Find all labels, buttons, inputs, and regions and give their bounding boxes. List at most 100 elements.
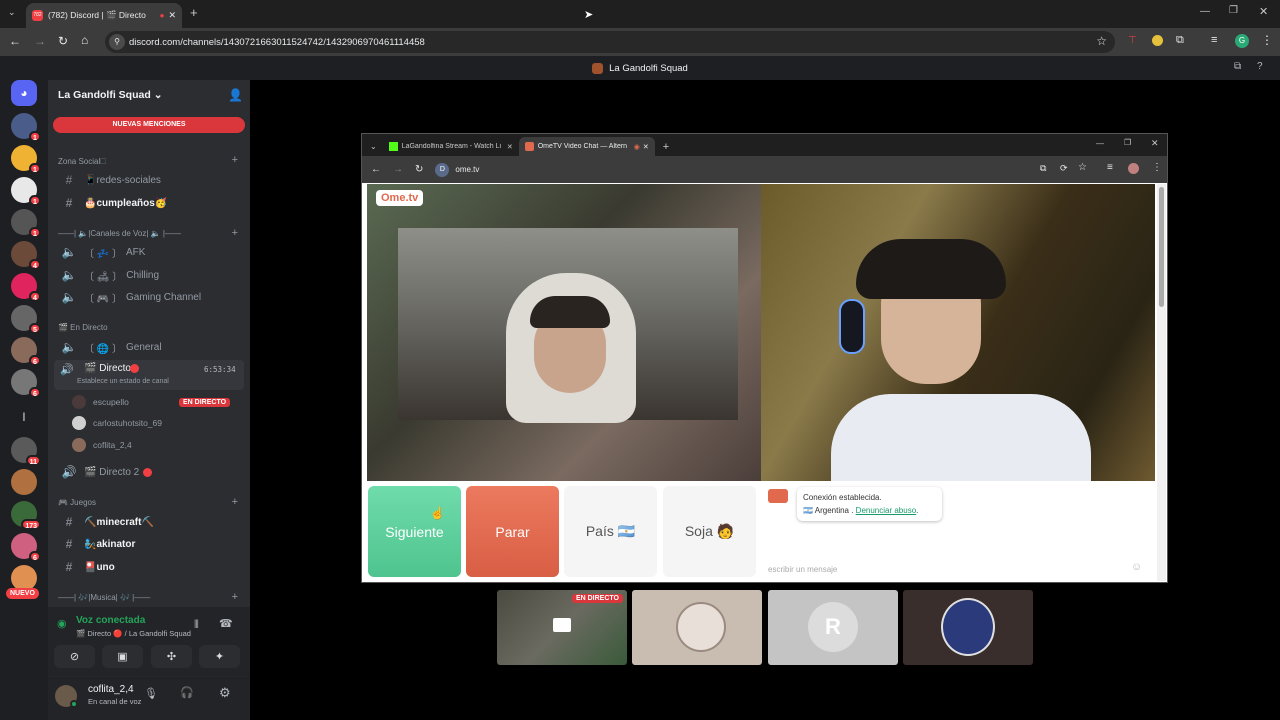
guild-icon-10[interactable]: 11 [11,437,41,466]
profile-avatar[interactable]: G [1235,34,1249,48]
new-tab-icon[interactable]: + [663,141,669,153]
add-channel-icon[interactable]: + [232,496,238,508]
noise-suppression-icon[interactable]: ⦀ [194,619,199,632]
add-channel-icon[interactable]: + [232,154,238,166]
username[interactable]: coflita_2,4 [88,684,134,695]
guild-icon-12[interactable]: 173 [11,501,41,530]
tab-close-icon[interactable]: ✕ [643,143,649,151]
browser-menu-icon[interactable]: ⋮ [1152,162,1162,173]
channel-akinator[interactable]: # 🧞akinator [54,534,244,554]
add-channel-icon[interactable]: + [232,227,238,239]
extensions-puzzle-icon[interactable]: ⧉ [1176,34,1184,47]
popout-icon[interactable]: ⧉ [1234,61,1241,72]
site-info-icon[interactable]: ⚲ [109,34,125,50]
category-social[interactable]: Zona Social🗆 [58,156,106,170]
inner-tab-kick[interactable]: LaGandolfina Stream - Watch Li ✕ [382,137,519,156]
microphone-icon[interactable]: 🎙 [144,687,158,700]
voice-user[interactable]: carlostuhotsito_69 [72,414,162,432]
new-mentions-banner[interactable]: NUEVAS MENCIONES [53,117,245,133]
reload-icon[interactable]: ↻ [415,164,423,175]
guild-icon-9[interactable]: 6 [11,369,41,398]
channel-afk[interactable]: 🔈 〔 💤 〕 AFK [54,242,244,262]
screen-share-button[interactable]: ▣ [102,645,143,668]
channel-minecraft[interactable]: # ⛏️minecraft⛏️ [54,512,244,532]
back-icon[interactable]: ← [371,164,381,175]
category-music[interactable]: ——| 🎶|Musica| 🎶 |—— [58,593,150,602]
add-member-icon[interactable]: 👤 [228,88,243,102]
inner-url[interactable]: ome.tv [455,165,479,174]
participant-tile-user[interactable] [903,590,1033,665]
server-name[interactable]: La Gandolfi Squad ⌄ [58,89,163,101]
soundboard-button[interactable]: ✦ [199,645,240,668]
channel-cumple[interactable]: # 🎂cumpleaños🥳 [54,193,244,213]
participant-tile-stream[interactable]: EN DIRECTO [497,590,627,665]
gender-button[interactable]: Soja 🧑 [663,486,756,577]
add-channel-icon[interactable]: + [232,591,238,603]
guild-icon-3[interactable]: 1 [11,177,41,206]
new-label[interactable]: NUEVO [6,588,39,599]
report-abuse-link[interactable]: Denunciar abuso [856,506,916,515]
restore-icon[interactable]: ❐ [1124,138,1131,147]
home-icon[interactable]: ⌂ [81,33,88,47]
discord-home-icon[interactable]: ◕ [11,80,37,106]
new-tab-icon[interactable]: + [190,5,198,20]
guild-icon-letter[interactable]: l [11,404,37,430]
browser-tab-discord[interactable]: 782 (782) Discord | 🎬 Directo ● ✕ [26,3,182,28]
inner-tab-ometv[interactable]: OmeTV Video Chat — Altern ◉ ✕ [518,137,655,156]
channel-redes[interactable]: # 📱redes-sociales [54,170,244,190]
channel-chilling[interactable]: 🔈 〔 🛋 〕 Chilling [54,265,244,285]
guild-icon-2[interactable]: 1 [11,145,41,174]
disconnect-icon[interactable]: ☎ [219,617,233,630]
restore-icon[interactable]: ❐ [1229,5,1238,16]
help-icon[interactable]: ? [1257,61,1263,72]
category-voice[interactable]: ——| 🔈|Canales de Voz| 🔈 |—— [58,229,181,238]
extension-red-icon[interactable]: ⊤ [1128,35,1137,46]
participant-tile-user[interactable]: R [768,590,898,665]
minimize-icon[interactable]: — [1096,139,1104,148]
activities-button[interactable]: ✣ [151,645,192,668]
guild-icon-11[interactable] [11,469,37,495]
settings-gear-icon[interactable]: ⚙ [219,685,231,701]
window-close-icon[interactable]: ✕ [1151,138,1159,149]
minimize-icon[interactable]: — [1200,6,1210,17]
channel-directo-selected[interactable]: 🔊 🎬 Directo 6:53:34 Establece un estado … [54,360,244,390]
guild-icon-13[interactable]: 6 [11,533,41,562]
bookmark-star-icon[interactable]: ☆ [1096,34,1107,48]
scrollbar[interactable] [1157,184,1166,581]
voice-status[interactable]: Voz conectada [76,615,145,626]
reload-icon[interactable]: ↻ [58,34,68,48]
emoji-icon[interactable]: ☺ [1131,561,1142,573]
inner-tab-menu-icon[interactable]: ⌄ [370,142,377,151]
category-games[interactable]: 🎮 Juegos [58,498,96,507]
participant-tile-user[interactable] [632,590,762,665]
scrollbar-thumb[interactable] [1159,187,1164,307]
forward-icon[interactable]: → [34,34,46,48]
guild-icon-6[interactable]: 4 [11,273,41,302]
translate-icon[interactable]: ⧉ [1040,163,1046,174]
channel-uno[interactable]: # 🎴uno [54,557,244,577]
bookmark-star-icon[interactable]: ☆ [1078,162,1087,173]
camera-toggle-button[interactable]: ⊘ [54,645,95,668]
guild-icon-1[interactable]: 1 [11,113,41,142]
voice-user[interactable]: escupello EN DIRECTO [72,393,231,411]
profile-avatar[interactable] [1128,163,1139,174]
guild-icon-8[interactable]: 6 [11,337,41,366]
country-button[interactable]: País 🇦🇷 [564,486,657,577]
voice-location[interactable]: 🎬 Directo 🔴 / La Gandolfi Squad [76,629,191,638]
stop-button[interactable]: Parar [466,486,559,577]
chat-input[interactable]: escribir un mensaje [768,565,837,574]
guild-icon-4[interactable]: 1 [11,209,41,238]
channel-directo2[interactable]: 🔊 🎬 Directo 2 [54,462,244,482]
site-info-icon[interactable]: D [435,162,450,177]
window-close-icon[interactable]: ✕ [1259,5,1268,18]
voice-user[interactable]: coflita_2,4 [72,436,132,454]
channel-gaming[interactable]: 🔈 〔 🎮 〕 Gaming Channel [54,287,244,307]
forward-icon[interactable]: → [393,164,403,175]
guild-icon-7[interactable]: 5 [11,305,41,334]
category-live[interactable]: 🎬 En Directo [58,323,108,332]
cast-icon[interactable]: ⟳ [1060,163,1068,174]
extension-yellow-icon[interactable] [1152,35,1163,46]
browser-menu-icon[interactable]: ⋮ [1261,33,1273,47]
tab-search-icon[interactable]: ⌄ [8,7,16,18]
media-control-icon[interactable]: ≡ [1107,162,1113,173]
